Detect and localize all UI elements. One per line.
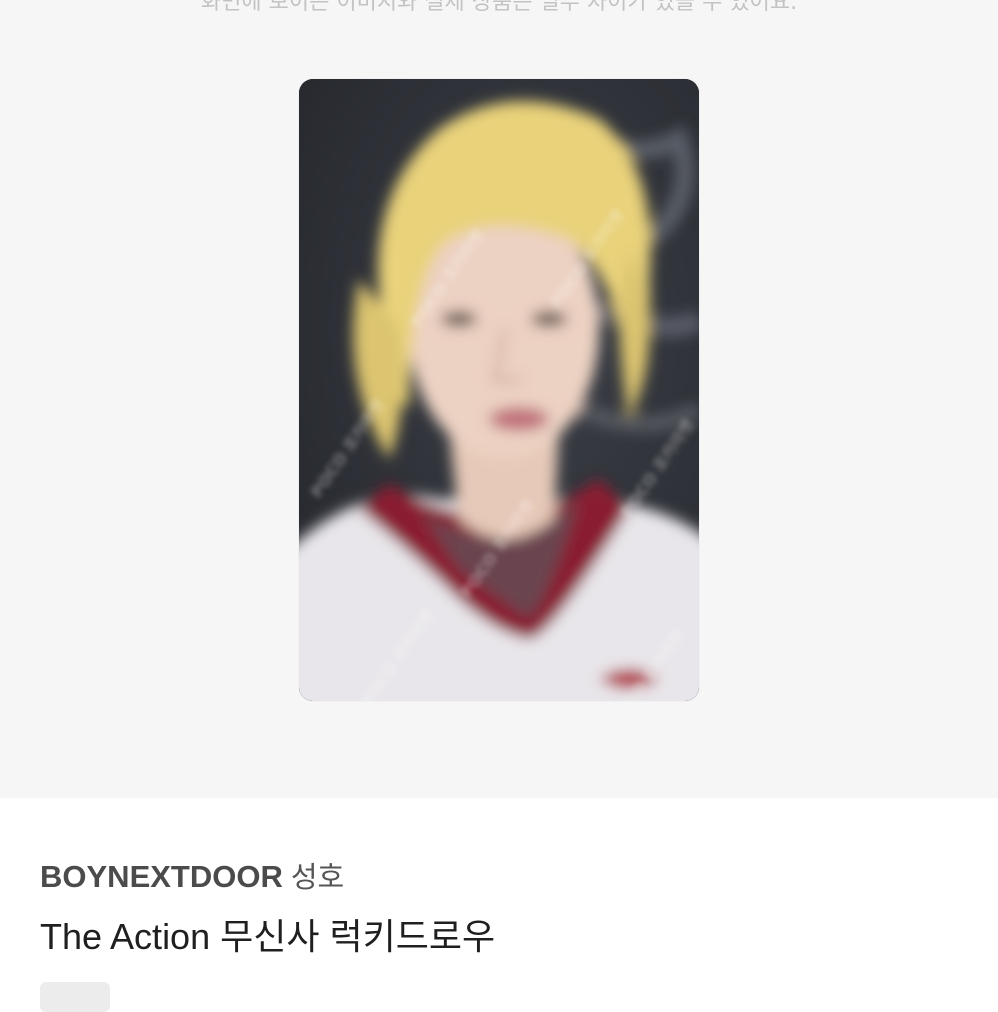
member-name: 성호 [290,860,345,894]
product-title: The Action 무신사 럭키드로우 [40,916,496,957]
image-disclaimer: 화면에 보이는 이미지와 실제 상품은 일부 차이가 있을 수 있어요. [200,0,798,15]
product-photo[interactable]: POCO 포카마켓 POCO 포카마켓 POCO 포카마켓 POCO 포카마켓 … [299,79,699,701]
artist-name[interactable]: BOYNEXTDOOR [40,859,283,894]
image-gallery[interactable]: 화면에 보이는 이미지와 실제 상품은 일부 차이가 있을 수 있어요. POC… [0,0,998,798]
photocard-illustration: POCO 포카마켓 POCO 포카마켓 POCO 포카마켓 POCO 포카마켓 … [299,79,699,701]
condition-badge [40,982,110,1012]
carousel-indicator [0,726,998,734]
artist-line: BOYNEXTDOOR 성호 [40,854,344,896]
